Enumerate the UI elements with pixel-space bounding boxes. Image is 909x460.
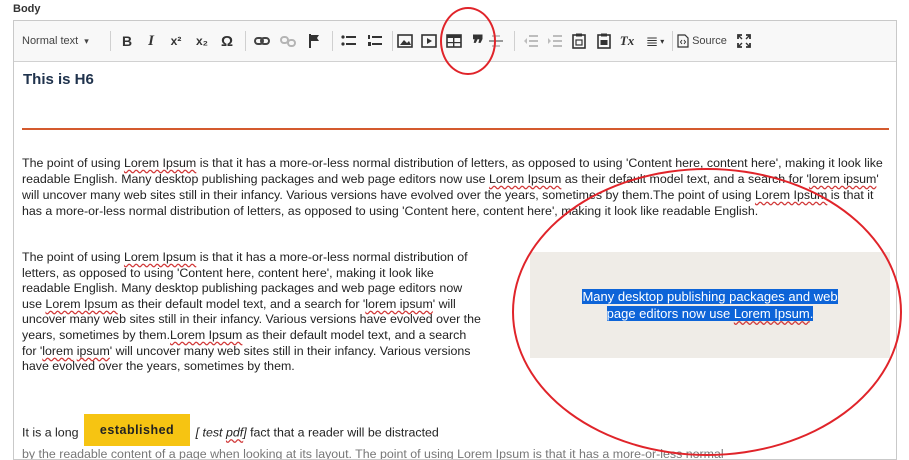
selected-text: Many desktop publishing packages and web [582, 289, 838, 304]
remove-format-button[interactable]: Tx [615, 29, 639, 53]
image-icon [397, 34, 413, 48]
paste-text-button[interactable] [567, 29, 591, 53]
unlink-button[interactable] [276, 29, 300, 53]
toolbar-separator [332, 31, 333, 51]
rich-text-editor[interactable]: Normal text ▾ B I x² x₂ Ω ❞ Tx ≣ ▾ Sourc… [13, 20, 897, 460]
link-icon [254, 37, 270, 45]
toolbar-separator [672, 31, 673, 51]
misspelled-word: Lorem Ipsum [170, 327, 243, 342]
established-badge: established [83, 414, 191, 446]
numbered-list-button[interactable] [363, 29, 387, 53]
misspelled-word: Lorem Ipsum [45, 296, 118, 311]
horizontal-rule [22, 128, 889, 130]
selected-text: page editors now use Lorem Ipsum. [606, 306, 814, 321]
misspelled-word: Lorem Ipsum [754, 188, 828, 202]
superscript-button[interactable]: x² [164, 29, 188, 53]
flag-icon [309, 34, 319, 48]
bold-button[interactable]: B [116, 29, 138, 53]
misspelled-word: Lorem Ipsum [489, 172, 562, 186]
media-button[interactable] [417, 29, 441, 53]
quote-icon: ❞ [472, 31, 484, 56]
outdent-icon [524, 35, 538, 47]
link-button[interactable] [250, 29, 274, 53]
paragraph-1: The point of using Lorem Ipsum is that i… [22, 156, 883, 218]
inline-note: [ test pdf] [192, 425, 247, 440]
horizontal-line-icon [489, 35, 503, 47]
toolbar-separator [514, 31, 515, 51]
italic-button[interactable]: I [140, 29, 162, 53]
paste-word-button[interactable] [592, 29, 616, 53]
anchor-button[interactable] [302, 29, 326, 53]
field-label: Body [13, 3, 41, 15]
misspelled-word: Lorem Ipsum [733, 306, 810, 321]
styles-dropdown[interactable]: ≣ ▾ [640, 29, 670, 53]
horizontal-line-button[interactable] [484, 29, 508, 53]
outdent-button[interactable] [519, 29, 543, 53]
image-button[interactable] [393, 29, 417, 53]
misspelled-word: Lorem Ipsum [123, 156, 197, 170]
clipboard-icon [572, 33, 586, 49]
unlink-icon [280, 36, 296, 47]
video-icon [421, 34, 437, 48]
format-dropdown-label: Normal text [22, 35, 79, 47]
paragraph-2: The point of using Lorem Ipsum is that i… [22, 250, 481, 374]
paragraph-4: by the readable content of a page when l… [22, 447, 724, 460]
misspelled-word: ipsum [76, 343, 110, 358]
subscript-button[interactable]: x₂ [190, 29, 214, 53]
editor-toolbar: Normal text ▾ B I x² x₂ Ω ❞ Tx ≣ ▾ Sourc… [14, 21, 896, 62]
special-character-button[interactable]: Ω [216, 29, 238, 53]
misspelled-word: lorem [42, 343, 74, 358]
callout-block[interactable]: Many desktop publishing packages and web… [530, 252, 890, 358]
toolbar-separator [245, 31, 246, 51]
source-icon [677, 34, 689, 48]
misspelled-word: lorem ipsum [365, 296, 433, 311]
remove-format-icon: Tx [619, 33, 635, 48]
maximize-button[interactable] [732, 29, 756, 53]
callout-text: Many desktop publishing packages and web… [582, 288, 838, 322]
styles-icon: ≣ [645, 33, 659, 50]
chevron-down-icon: ▾ [660, 36, 665, 46]
misspelled-word: lorem ipsum [808, 172, 877, 186]
table-button[interactable] [442, 29, 466, 53]
indent-button[interactable] [543, 29, 567, 53]
misspelled-word: pdf [225, 425, 244, 440]
format-dropdown[interactable]: Normal text ▾ [22, 29, 102, 53]
paragraph-3: It is a long established [ test pdf] fac… [22, 414, 522, 449]
heading-h6: This is H6 [23, 71, 94, 88]
chevron-down-icon: ▾ [84, 35, 89, 46]
maximize-icon [737, 34, 751, 48]
clipboard-word-icon [597, 33, 611, 49]
source-button-label: Source [692, 35, 727, 47]
toolbar-separator [110, 31, 111, 51]
table-icon [446, 34, 462, 48]
source-button[interactable]: Source [674, 29, 730, 53]
editor-content[interactable]: This is H6 The point of using Lorem Ipsu… [14, 62, 896, 460]
bulleted-list-button[interactable] [337, 29, 361, 53]
numbered-list-icon [368, 35, 382, 46]
misspelled-word: Lorem Ipsum [123, 250, 197, 264]
bulleted-list-icon [341, 35, 356, 46]
indent-icon [548, 35, 562, 47]
